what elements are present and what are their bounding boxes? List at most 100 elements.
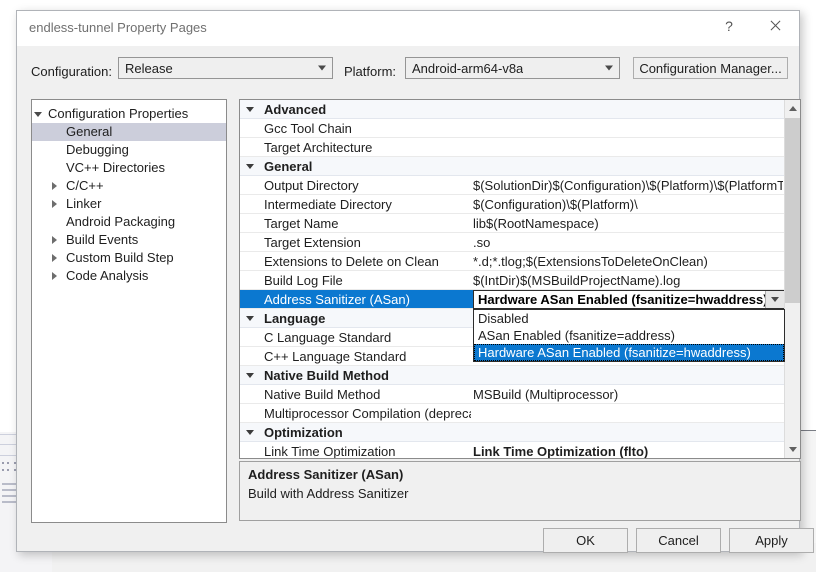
property-name: Build Log File	[264, 271, 471, 290]
tree-item-label: Custom Build Step	[66, 249, 174, 267]
combobox-dropdown-button[interactable]	[765, 291, 784, 308]
property-row-address-sanitizer-asan[interactable]: Address Sanitizer (ASan)Hardware ASan En…	[240, 290, 785, 309]
dialog-title: endless-tunnel Property Pages	[29, 20, 207, 35]
scrollbar-thumb[interactable]	[785, 118, 801, 303]
cancel-button[interactable]: Cancel	[636, 528, 721, 553]
property-grid-scrollbar[interactable]	[784, 100, 800, 458]
property-value[interactable]: Link Time Optimization (flto)	[473, 442, 783, 459]
dropdown-option-hardware-asan-enabled-fsanitize-hwaddress[interactable]: Hardware ASan Enabled (fsanitize=hwaddre…	[474, 344, 784, 361]
tree-item-vc-directories[interactable]: VC++ Directories	[32, 159, 226, 177]
chevron-up-icon	[789, 106, 797, 111]
scroll-up-button[interactable]	[785, 100, 801, 117]
tree-item-build-events[interactable]: Build Events	[32, 231, 226, 249]
category-label: Language	[264, 309, 471, 328]
category-label: Advanced	[264, 100, 471, 119]
configuration-select[interactable]: Release	[118, 57, 333, 79]
property-row-target-extension[interactable]: Target Extension.so	[240, 233, 785, 252]
property-name: Native Build Method	[264, 385, 471, 404]
close-button[interactable]	[752, 11, 798, 41]
property-row-build-log-file[interactable]: Build Log File$(IntDir)$(MSBuildProjectN…	[240, 271, 785, 290]
chevron-down-icon[interactable]	[246, 107, 254, 112]
configuration-manager-label: Configuration Manager...	[639, 61, 781, 76]
chevron-down-icon[interactable]	[246, 316, 254, 321]
property-value[interactable]: $(IntDir)$(MSBuildProjectName).log	[473, 271, 783, 290]
tree-item-label: Configuration Properties	[48, 105, 188, 123]
tree-item-c-c[interactable]: C/C++	[32, 177, 226, 195]
property-row-gcc-tool-chain[interactable]: Gcc Tool Chain	[240, 119, 785, 138]
property-grid-rows: AdvancedGcc Tool ChainTarget Architectur…	[240, 100, 785, 458]
triangle-right-icon[interactable]	[52, 200, 57, 208]
property-row-extensions-to-delete-on-clean[interactable]: Extensions to Delete on Clean*.d;*.tlog;…	[240, 252, 785, 271]
tree-item-configuration-properties[interactable]: Configuration Properties	[32, 105, 226, 123]
screen: endless-tunnel Property Pages ? Configur…	[0, 0, 816, 572]
help-button[interactable]: ?	[706, 11, 752, 41]
property-value[interactable]: $(Configuration)\$(Platform)\	[473, 195, 783, 214]
chevron-down-icon	[605, 66, 613, 71]
chevron-down-icon[interactable]	[246, 164, 254, 169]
scroll-down-button[interactable]	[785, 441, 801, 458]
property-value[interactable]: *.d;*.tlog;$(ExtensionsToDeleteOnClean)	[473, 252, 783, 271]
configuration-value: Release	[119, 61, 173, 76]
platform-select[interactable]: Android-arm64-v8a	[405, 57, 620, 79]
property-row-intermediate-directory[interactable]: Intermediate Directory$(Configuration)\$…	[240, 195, 785, 214]
tree-item-code-analysis[interactable]: Code Analysis	[32, 267, 226, 285]
property-row-multiprocessor-compilation-deprecated[interactable]: Multiprocessor Compilation (deprecated	[240, 404, 785, 423]
property-row-target-architecture[interactable]: Target Architecture	[240, 138, 785, 157]
property-description-pane: Address Sanitizer (ASan) Build with Addr…	[239, 461, 801, 521]
triangle-down-icon[interactable]	[34, 112, 42, 117]
configuration-label: Configuration:	[31, 64, 112, 79]
tree-item-label: Debugging	[66, 141, 129, 159]
property-row-native-build-method[interactable]: Native Build MethodMSBuild (Multiprocess…	[240, 385, 785, 404]
property-row-target-name[interactable]: Target Namelib$(RootNamespace)	[240, 214, 785, 233]
tree-item-label: Linker	[66, 195, 101, 213]
property-name: Gcc Tool Chain	[264, 119, 471, 138]
property-category-advanced[interactable]: Advanced	[240, 100, 785, 119]
tree-item-general[interactable]: General	[32, 123, 226, 141]
property-category-optimization[interactable]: Optimization	[240, 423, 785, 442]
apply-label: Apply	[755, 533, 788, 548]
configuration-manager-button[interactable]: Configuration Manager...	[633, 57, 788, 79]
property-value[interactable]: .so	[473, 233, 783, 252]
chevron-down-icon	[771, 297, 779, 302]
property-category-general[interactable]: General	[240, 157, 785, 176]
tree-item-custom-build-step[interactable]: Custom Build Step	[32, 249, 226, 267]
asan-dropdown-list[interactable]: Disabled ASan Enabled (fsanitize=address)…	[473, 309, 785, 362]
property-name: Target Extension	[264, 233, 471, 252]
property-row-link-time-optimization[interactable]: Link Time OptimizationLink Time Optimiza…	[240, 442, 785, 459]
property-row-output-directory[interactable]: Output Directory$(SolutionDir)$(Configur…	[240, 176, 785, 195]
tree-item-linker[interactable]: Linker	[32, 195, 226, 213]
property-value[interactable]: $(SolutionDir)$(Configuration)\$(Platfor…	[473, 176, 783, 195]
property-category-native-build-method[interactable]: Native Build Method	[240, 366, 785, 385]
property-name: Address Sanitizer (ASan)	[264, 290, 471, 309]
dropdown-option-asan-enabled-fsanitize-address[interactable]: ASan Enabled (fsanitize=address)	[474, 327, 784, 344]
platform-value: Android-arm64-v8a	[406, 61, 523, 76]
cancel-label: Cancel	[658, 533, 698, 548]
property-name: Link Time Optimization	[264, 442, 471, 459]
dropdown-option-label: Disabled	[478, 311, 529, 326]
property-grid[interactable]: AdvancedGcc Tool ChainTarget Architectur…	[239, 99, 801, 459]
tree-item-android-packaging[interactable]: Android Packaging	[32, 213, 226, 231]
property-name: Target Architecture	[264, 138, 471, 157]
property-name: Intermediate Directory	[264, 195, 471, 214]
chevron-down-icon[interactable]	[246, 430, 254, 435]
chevron-down-icon[interactable]	[246, 373, 254, 378]
ok-button[interactable]: OK	[543, 528, 628, 553]
asan-value-combobox[interactable]: Hardware ASan Enabled (fsanitize=hwaddre…	[473, 290, 785, 309]
property-value[interactable]: lib$(RootNamespace)	[473, 214, 783, 233]
dialog-titlebar: endless-tunnel Property Pages ?	[17, 11, 799, 46]
triangle-right-icon[interactable]	[52, 272, 57, 280]
property-pages-dialog: endless-tunnel Property Pages ? Configur…	[16, 10, 800, 552]
configuration-properties-tree[interactable]: Configuration PropertiesGeneralDebugging…	[31, 99, 227, 523]
dropdown-option-disabled[interactable]: Disabled	[474, 310, 784, 327]
tree-item-label: General	[66, 123, 112, 141]
category-label: Native Build Method	[264, 366, 471, 385]
property-name: C++ Language Standard	[264, 347, 471, 366]
property-value[interactable]: MSBuild (Multiprocessor)	[473, 385, 783, 404]
triangle-right-icon[interactable]	[52, 182, 57, 190]
tree-item-debugging[interactable]: Debugging	[32, 141, 226, 159]
triangle-right-icon[interactable]	[52, 254, 57, 262]
dropdown-option-label: ASan Enabled (fsanitize=address)	[478, 328, 675, 343]
platform-label: Platform:	[344, 64, 396, 79]
triangle-right-icon[interactable]	[52, 236, 57, 244]
apply-button[interactable]: Apply	[729, 528, 814, 553]
